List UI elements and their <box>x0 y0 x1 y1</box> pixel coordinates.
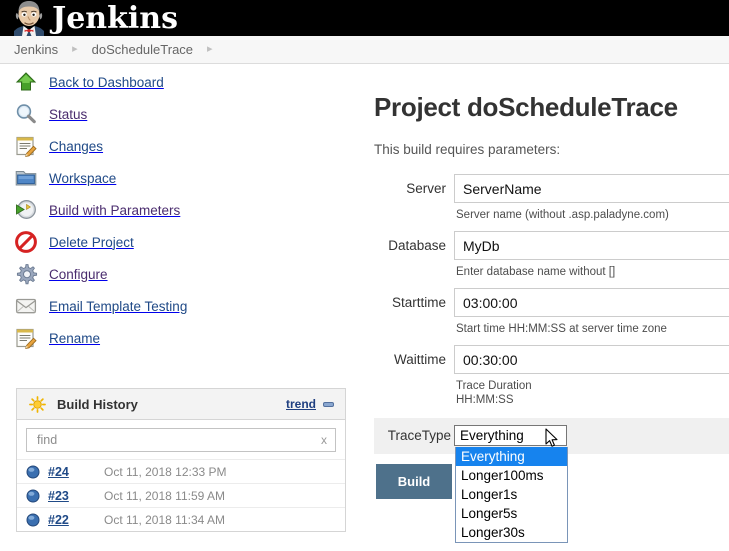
build-history-find-wrap: x <box>17 420 345 459</box>
database-input[interactable] <box>454 231 729 260</box>
trend-bar-icon[interactable] <box>323 401 334 407</box>
notepad-pencil-icon <box>14 134 38 158</box>
param-row-starttime: Starttime Start time HH:MM:SS at server … <box>374 288 729 336</box>
blue-ball-icon <box>26 465 40 479</box>
up-arrow-icon <box>14 70 38 94</box>
sidebar-item-delete-project[interactable]: Delete Project <box>0 226 362 258</box>
build-date: Oct 11, 2018 11:59 AM <box>104 488 225 503</box>
sidebar-item-workspace[interactable]: Workspace <box>0 162 362 194</box>
param-desc-waittime: Trace Duration HH:MM:SS <box>456 379 729 407</box>
param-row-waittime: Waittime Trace Duration HH:MM:SS <box>374 345 729 407</box>
main-content: Project doScheduleTrace This build requi… <box>374 66 729 543</box>
sidebar-item-label: Back to Dashboard <box>49 74 164 90</box>
page-title: Project doScheduleTrace <box>374 92 678 122</box>
breadcrumb: Jenkins ▸ doScheduleTrace ▸ <box>0 36 729 64</box>
breadcrumb-item-doscheduletrace[interactable]: doScheduleTrace <box>92 42 193 57</box>
param-row-server: Server Server name (without .asp.paladyn… <box>374 174 729 222</box>
build-history-panel: Build History trend x #24 Oct 11, 2018 1… <box>16 388 346 532</box>
parameters-form: Server Server name (without .asp.paladyn… <box>374 174 729 543</box>
tracetype-option-longer100ms[interactable]: Longer100ms <box>456 466 567 485</box>
gear-icon <box>14 262 38 286</box>
sun-icon <box>29 395 46 413</box>
sidebar-item-build-with-parameters[interactable]: Build with Parameters <box>0 194 362 226</box>
jenkins-butler-icon <box>12 0 46 36</box>
find-input[interactable] <box>35 432 315 448</box>
tracetype-select[interactable]: Everything Everything Longer100ms Longer… <box>454 425 568 543</box>
sidebar: Back to Dashboard Status Changes Workspa… <box>0 66 362 354</box>
server-input[interactable] <box>454 174 729 203</box>
param-row-tracetype: TraceType Everything Everything Longer10… <box>374 418 729 543</box>
build-history-title: Build History <box>57 396 138 412</box>
sidebar-item-back-to-dashboard[interactable]: Back to Dashboard <box>0 66 362 98</box>
clear-icon[interactable]: x <box>315 433 327 447</box>
table-row[interactable]: #24 Oct 11, 2018 12:33 PM <box>17 459 345 483</box>
sidebar-item-status[interactable]: Status <box>0 98 362 130</box>
no-entry-icon <box>14 230 38 254</box>
build-date: Oct 11, 2018 12:33 PM <box>104 464 227 479</box>
param-desc-database: Enter database name without [] <box>456 266 616 278</box>
build-number-link[interactable]: #23 <box>48 489 104 503</box>
param-label-tracetype: TraceType <box>387 428 451 443</box>
blue-ball-icon <box>26 489 40 503</box>
sidebar-item-label: Build with Parameters <box>49 202 181 218</box>
sidebar-item-label: Changes <box>49 138 104 154</box>
envelope-icon <box>14 294 38 318</box>
brand-title: Jenkins <box>52 1 178 36</box>
notepad-pencil-icon <box>14 326 38 350</box>
param-desc-starttime: Start time HH:MM:SS at server time zone <box>456 323 667 335</box>
table-row[interactable]: #22 Oct 11, 2018 11:34 AM <box>17 507 345 531</box>
sidebar-item-configure[interactable]: Configure <box>0 258 362 290</box>
top-header-bar: Jenkins <box>0 0 729 36</box>
waittime-input[interactable] <box>454 345 729 374</box>
sidebar-item-label: Status <box>49 106 88 122</box>
breadcrumb-separator-icon-2: ▸ <box>207 43 213 55</box>
sidebar-item-label: Email Template Testing <box>49 298 188 314</box>
build-number-link[interactable]: #24 <box>48 465 104 479</box>
breadcrumb-item-jenkins[interactable]: Jenkins <box>14 42 58 57</box>
folder-icon <box>14 166 38 190</box>
param-label-database: Database <box>388 238 446 253</box>
build-history-header: Build History trend <box>17 389 345 420</box>
build-date: Oct 11, 2018 11:34 AM <box>104 512 225 527</box>
param-desc-waittime-line1: Trace Duration <box>456 380 532 392</box>
param-label-server: Server <box>406 181 446 196</box>
build-button[interactable]: Build <box>376 464 452 499</box>
sidebar-item-label: Workspace <box>49 170 117 186</box>
tracetype-option-list[interactable]: Everything Longer100ms Longer1s Longer5s… <box>455 447 568 543</box>
tracetype-option-longer5s[interactable]: Longer5s <box>456 504 567 523</box>
magnifier-icon <box>14 102 38 126</box>
param-label-waittime: Waittime <box>393 352 446 367</box>
param-desc-waittime-line2: HH:MM:SS <box>456 394 514 406</box>
breadcrumb-separator-icon: ▸ <box>72 43 78 55</box>
sidebar-item-rename[interactable]: Rename <box>0 322 362 354</box>
build-history-find-box[interactable]: x <box>26 428 336 452</box>
tracetype-option-longer30s[interactable]: Longer30s <box>456 523 567 542</box>
sidebar-item-changes[interactable]: Changes <box>0 130 362 162</box>
sidebar-item-label: Rename <box>49 330 101 346</box>
tracetype-option-everything[interactable]: Everything <box>456 447 567 466</box>
sidebar-item-email-template-testing[interactable]: Email Template Testing <box>0 290 362 322</box>
blue-ball-icon <box>26 513 40 527</box>
trend-link[interactable]: trend <box>286 397 316 411</box>
jenkins-home-link[interactable]: Jenkins <box>0 0 178 36</box>
table-row[interactable]: #23 Oct 11, 2018 11:59 AM <box>17 483 345 507</box>
jenkins-page: Jenkins Jenkins ▸ doScheduleTrace ▸ Back… <box>0 0 729 551</box>
tracetype-selected-value: Everything <box>460 428 524 443</box>
build-number-link[interactable]: #22 <box>48 513 104 527</box>
starttime-input[interactable] <box>454 288 729 317</box>
parameters-note: This build requires parameters: <box>374 142 561 157</box>
param-desc-server: Server name (without .asp.paladyne.com) <box>456 209 669 221</box>
tracetype-option-longer1s[interactable]: Longer1s <box>456 485 567 504</box>
clock-play-icon <box>14 198 38 222</box>
param-label-starttime: Starttime <box>391 295 446 310</box>
sidebar-item-label: Configure <box>49 266 108 282</box>
param-row-database: Database Enter database name without [] <box>374 231 729 279</box>
sidebar-item-label: Delete Project <box>49 234 134 250</box>
